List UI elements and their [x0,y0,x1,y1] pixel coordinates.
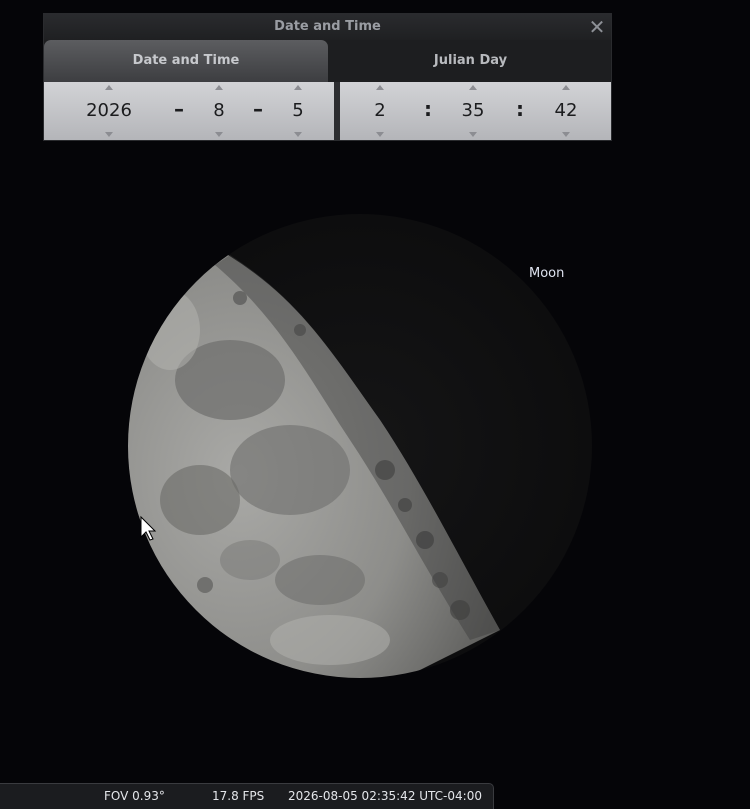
month-spinner[interactable]: 8 [199,82,239,140]
month-down-arrow-icon[interactable] [215,132,223,137]
time-separator: : [516,97,524,121]
hour-spinner[interactable]: 2 [360,82,400,140]
second-spinner[interactable]: 42 [546,82,586,140]
minute-spinner[interactable]: 35 [453,82,493,140]
fov-readout: FOV 0.93° [104,789,165,803]
dialog-title: Date and Time [274,19,381,34]
time-separator: : [424,97,432,121]
second-value[interactable]: 42 [546,100,586,121]
minute-down-arrow-icon[interactable] [469,132,477,137]
datetime-readout: 2026-08-05 02:35:42 UTC-04:00 [288,789,482,803]
date-time-dialog: Date and Time ✕ Date and Time Julian Day… [44,14,611,140]
day-value[interactable]: 5 [278,100,318,121]
month-value[interactable]: 8 [199,100,239,121]
minute-value[interactable]: 35 [453,100,493,121]
close-icon[interactable]: ✕ [587,17,607,37]
time-spinner-row: 2 : 35 : 42 [340,82,611,140]
hour-value[interactable]: 2 [360,100,400,121]
year-down-arrow-icon[interactable] [105,132,113,137]
hour-down-arrow-icon[interactable] [376,132,384,137]
object-label-moon[interactable]: Moon [529,266,564,281]
second-up-arrow-icon[interactable] [562,85,570,90]
fps-readout: 17.8 FPS [212,789,265,803]
status-bar: FOV 0.93° 17.8 FPS 2026-08-05 02:35:42 U… [0,783,494,809]
minute-up-arrow-icon[interactable] [469,85,477,90]
month-up-arrow-icon[interactable] [215,85,223,90]
day-down-arrow-icon[interactable] [294,132,302,137]
tab-date-and-time[interactable]: Date and Time [44,40,328,82]
hour-up-arrow-icon[interactable] [376,85,384,90]
date-spinner-row: 2026 – 8 – 5 [44,82,334,140]
day-up-arrow-icon[interactable] [294,85,302,90]
date-separator: – [253,97,263,121]
year-value[interactable]: 2026 [68,100,150,121]
second-down-arrow-icon[interactable] [562,132,570,137]
day-spinner[interactable]: 5 [278,82,318,140]
year-spinner[interactable]: 2026 [68,82,150,140]
date-separator: – [174,97,184,121]
tab-julian-day[interactable]: Julian Day [330,40,611,82]
dialog-titlebar[interactable]: Date and Time ✕ [44,14,611,40]
year-up-arrow-icon[interactable] [105,85,113,90]
tab-bar: Date and Time Julian Day [44,40,611,82]
